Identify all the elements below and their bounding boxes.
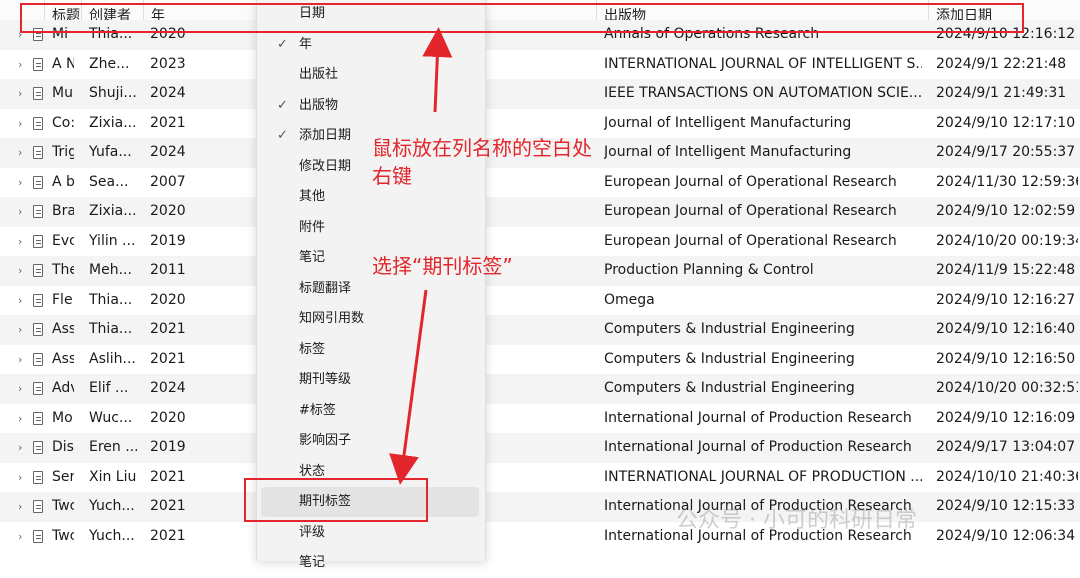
annotation-arrows	[389, 27, 453, 485]
arrow-down-to-menu-item	[389, 289, 428, 485]
arrow-up-to-header	[422, 27, 453, 113]
watermark: 公众号 · 小可的科研日常	[676, 508, 917, 533]
